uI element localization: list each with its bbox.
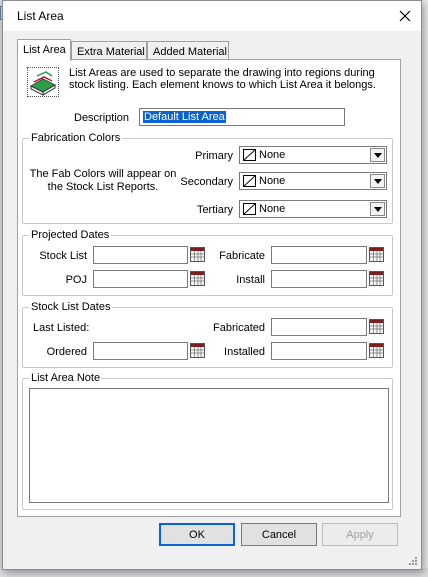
stock-list-date-input[interactable]: [93, 246, 188, 264]
book-icon: [27, 67, 59, 97]
tertiary-color-value: None: [259, 203, 286, 215]
group-title: List Area Note: [29, 372, 103, 384]
calendar-icon[interactable]: [369, 319, 384, 334]
primary-color-value: None: [259, 149, 286, 161]
list-area-note-input[interactable]: [29, 388, 389, 503]
fabricate-label: Fabricate: [219, 250, 265, 262]
color-swatch: [243, 203, 256, 215]
title-bar[interactable]: List Area: [3, 1, 421, 31]
ordered-date-input[interactable]: [93, 342, 188, 360]
calendar-icon[interactable]: [369, 343, 384, 358]
installed-label: Installed: [224, 346, 265, 358]
group-title: Projected Dates: [29, 229, 112, 241]
resize-grip-icon[interactable]: [407, 555, 418, 566]
primary-label: Primary: [195, 150, 233, 162]
ordered-label: Ordered: [46, 346, 87, 358]
tab-extra-material[interactable]: Extra Material: [71, 41, 147, 61]
fabrication-colors-group: Fabrication Colors The Fab Colors will a…: [22, 132, 393, 224]
tab-label: Extra Material: [77, 46, 145, 58]
poj-date-input[interactable]: [93, 270, 188, 288]
stock-list-label: Stock List: [39, 250, 87, 262]
group-title: Stock List Dates: [29, 301, 113, 313]
description-input[interactable]: Default List Area: [139, 108, 345, 126]
chevron-down-icon[interactable]: [370, 148, 385, 162]
primary-color-select[interactable]: None: [239, 146, 387, 164]
intro-text: List Areas are used to separate the draw…: [69, 67, 376, 91]
chevron-down-icon[interactable]: [370, 174, 385, 188]
description-label: Description: [74, 112, 130, 124]
fabricated-label: Fabricated: [213, 322, 265, 334]
apply-button[interactable]: Apply: [322, 523, 398, 546]
close-icon: [399, 10, 411, 22]
install-date-input[interactable]: [271, 270, 367, 288]
cancel-button[interactable]: Cancel: [241, 523, 317, 546]
description-value: Default List Area: [143, 111, 226, 123]
fabricate-date-input[interactable]: [271, 246, 367, 264]
secondary-color-select[interactable]: None: [239, 172, 387, 190]
install-label: Install: [236, 274, 265, 286]
fabricated-date-input[interactable]: [271, 318, 367, 336]
calendar-icon[interactable]: [369, 271, 384, 286]
list-area-panel: List Areas are used to separate the draw…: [17, 59, 401, 517]
secondary-color-value: None: [259, 175, 286, 187]
color-swatch: [243, 149, 256, 161]
poj-label: POJ: [65, 274, 87, 286]
close-button[interactable]: [395, 6, 415, 26]
list-area-dialog: List Area List Area Extra Material Added…: [2, 0, 422, 570]
group-title: Fabrication Colors: [29, 132, 123, 144]
secondary-label: Secondary: [180, 176, 233, 188]
ok-button[interactable]: OK: [159, 523, 235, 546]
chevron-down-icon[interactable]: [370, 202, 385, 216]
last-listed-label: Last Listed:: [33, 322, 90, 334]
stock-list-dates-group: Stock List Dates Last Listed: Fabricated…: [22, 301, 393, 368]
tertiary-label: Tertiary: [196, 204, 233, 216]
calendar-icon[interactable]: [369, 247, 384, 262]
tab-label: Added Material: [153, 46, 227, 58]
tab-list-area[interactable]: List Area: [17, 39, 71, 61]
installed-date-input[interactable]: [271, 342, 367, 360]
dialog-title: List Area: [17, 9, 64, 23]
projected-dates-group: Projected Dates Stock List Fabricate POJ: [22, 229, 393, 296]
tab-label: List Area: [23, 44, 66, 56]
tab-added-material[interactable]: Added Material: [147, 41, 229, 61]
tertiary-color-select[interactable]: None: [239, 200, 387, 218]
fab-colors-note: The Fab Colors will appear on the Stock …: [29, 168, 177, 193]
color-swatch: [243, 175, 256, 187]
